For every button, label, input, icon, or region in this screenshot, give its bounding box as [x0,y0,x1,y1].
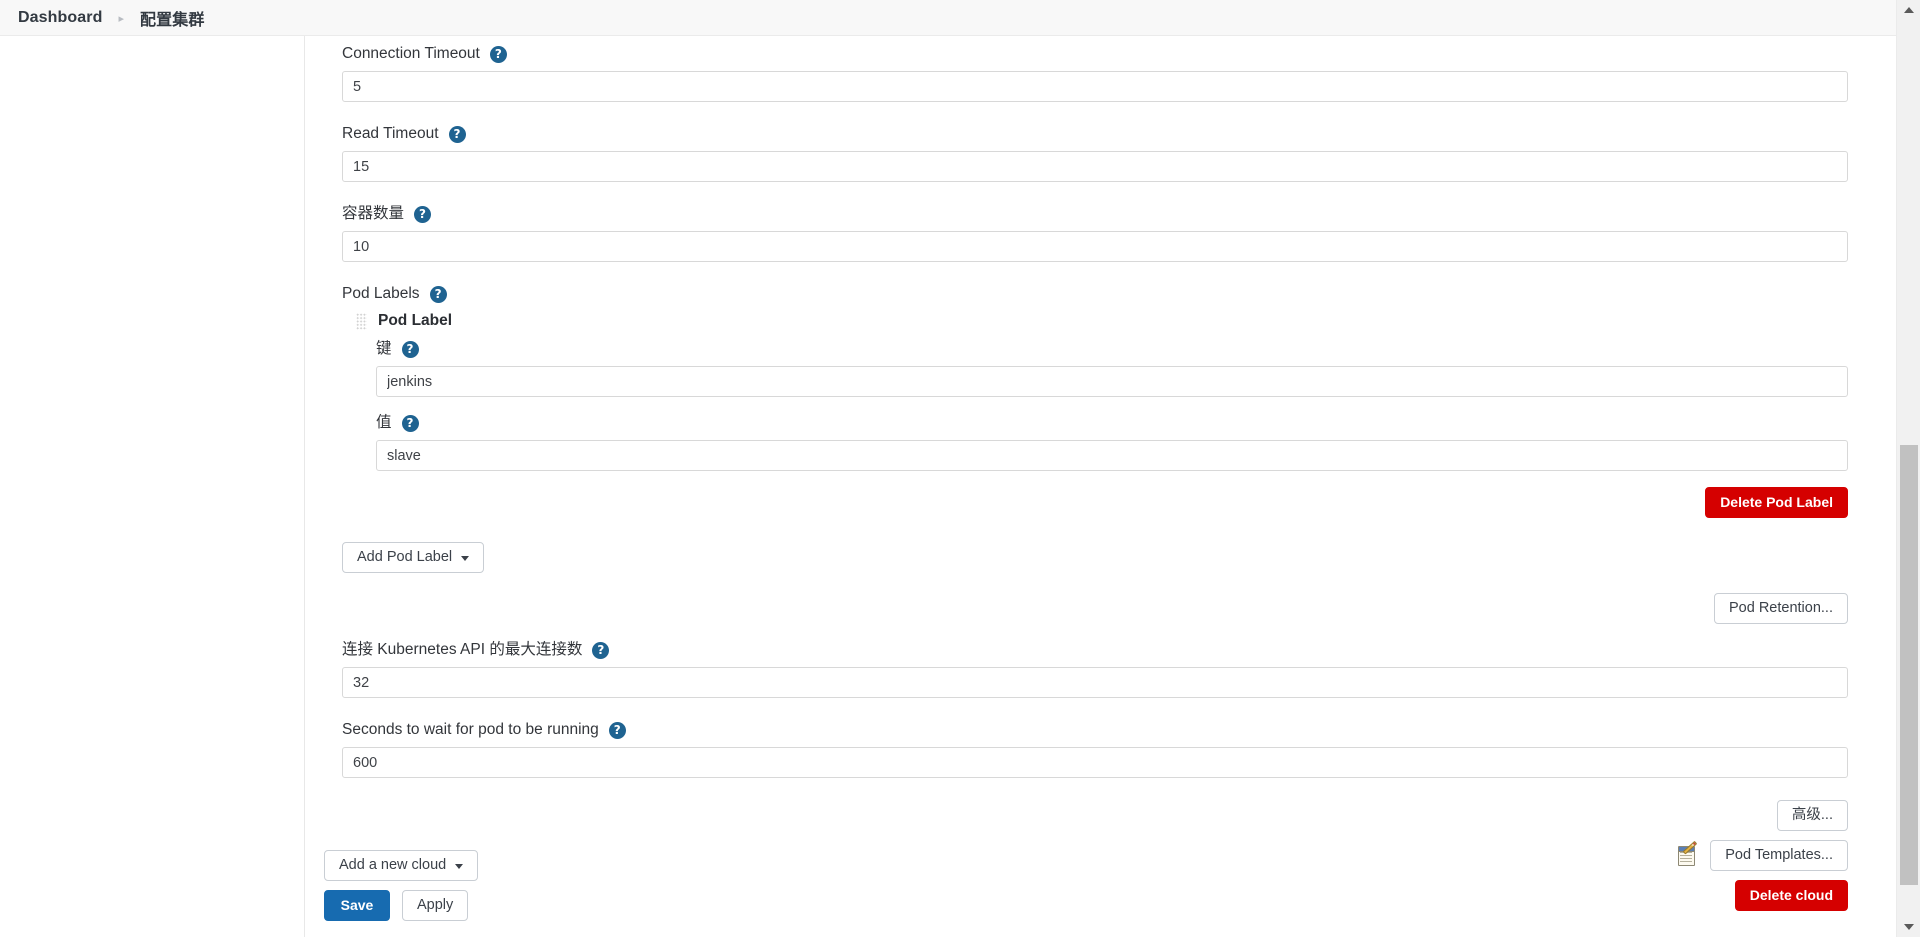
input-read-timeout[interactable] [342,151,1848,182]
label-connection-timeout: Connection Timeout ? [342,44,1848,64]
add-new-cloud-button[interactable]: Add a new cloud [324,850,479,881]
chevron-down-icon [1904,924,1914,930]
label-pod-label-value: 值 ? [376,413,1848,433]
breadcrumb-item-configure-clouds[interactable]: 配置集群 [140,6,204,30]
page-scrollbar[interactable] [1896,0,1920,937]
chevron-up-icon [1904,7,1914,13]
pod-label-entry-title: Pod Label [378,312,453,329]
breadcrumb: Dashboard ▸ 配置集群 [0,0,1896,36]
label-max-connections-text: 连接 Kubernetes API 的最大连接数 [342,641,583,658]
pod-label-entry-header: Pod Label [356,312,1848,330]
help-icon-pod-label-value[interactable]: ? [401,414,419,432]
input-container-cap[interactable] [342,231,1848,262]
label-wait-seconds: Seconds to wait for pod to be running ? [342,720,1848,740]
breadcrumb-separator-icon: ▸ [118,13,125,25]
main-panel: Connection Timeout ? Read Timeout ? 容器数量… [306,36,1896,937]
cloud-configuration-form: Connection Timeout ? Read Timeout ? 容器数量… [306,36,1896,911]
label-pod-labels: Pod Labels ? [342,284,1848,304]
input-pod-label-value[interactable] [376,440,1848,471]
page-body: Connection Timeout ? Read Timeout ? 容器数量… [0,36,1896,937]
label-pod-labels-text: Pod Labels [342,285,420,302]
label-read-timeout: Read Timeout ? [342,124,1848,144]
label-container-cap: 容器数量 ? [342,204,1848,224]
pod-retention-row: Pod Retention... [342,593,1848,624]
help-icon-wait-seconds[interactable]: ? [608,721,626,739]
input-wait-seconds[interactable] [342,747,1848,778]
help-icon-container-cap[interactable]: ? [414,205,432,223]
label-max-connections: 连接 Kubernetes API 的最大连接数 ? [342,640,1848,660]
apply-button[interactable]: Apply [402,890,469,921]
drag-handle-icon[interactable] [356,312,367,330]
pod-label-delete-row: Delete Pod Label [376,487,1848,518]
help-icon-read-timeout[interactable]: ? [448,125,466,143]
add-pod-label-button[interactable]: Add Pod Label [342,542,485,573]
label-pod-label-key-text: 键 [376,340,392,357]
label-pod-label-key: 键 ? [376,339,1848,359]
chevron-down-icon [461,556,470,561]
save-apply-row: Save Apply [324,890,1896,921]
input-pod-label-key[interactable] [376,366,1848,397]
label-wait-seconds-text: Seconds to wait for pod to be running [342,721,599,738]
pod-retention-button[interactable]: Pod Retention... [1714,593,1848,624]
save-button[interactable]: Save [324,890,390,921]
help-icon-max-connections[interactable]: ? [592,641,610,659]
label-read-timeout-text: Read Timeout [342,125,439,142]
add-pod-label-button-label: Add Pod Label [357,549,453,565]
help-icon-connection-timeout[interactable]: ? [489,45,507,63]
breadcrumb-item-dashboard[interactable]: Dashboard [18,9,102,27]
label-container-cap-text: 容器数量 [342,205,405,222]
help-icon-pod-label-key[interactable]: ? [401,340,419,358]
pod-label-entry: Pod Label 键 ? 值 ? Delete Pod Label [356,312,1848,518]
delete-pod-label-button[interactable]: Delete Pod Label [1705,487,1848,518]
scrollbar-down-arrow[interactable] [1897,917,1920,937]
input-connection-timeout[interactable] [342,71,1848,102]
chevron-down-icon [455,864,464,869]
label-pod-label-value-text: 值 [376,414,392,431]
scrollbar-thumb[interactable] [1900,445,1918,885]
add-new-cloud-button-label: Add a new cloud [339,857,447,873]
input-max-connections[interactable] [342,667,1848,698]
side-panel [0,36,305,937]
advanced-button[interactable]: 高级... [1776,800,1848,831]
label-connection-timeout-text: Connection Timeout [342,45,480,62]
add-pod-label-row: Add Pod Label [342,542,1848,573]
help-icon-pod-labels[interactable]: ? [429,285,447,303]
scrollbar-up-arrow[interactable] [1897,0,1920,20]
pod-label-entry-body: 键 ? 值 ? Delete Pod Label [356,339,1848,518]
add-cloud-row: Add a new cloud [324,850,1896,881]
form-bottom-bar: Add a new cloud Save Apply [306,850,1896,937]
